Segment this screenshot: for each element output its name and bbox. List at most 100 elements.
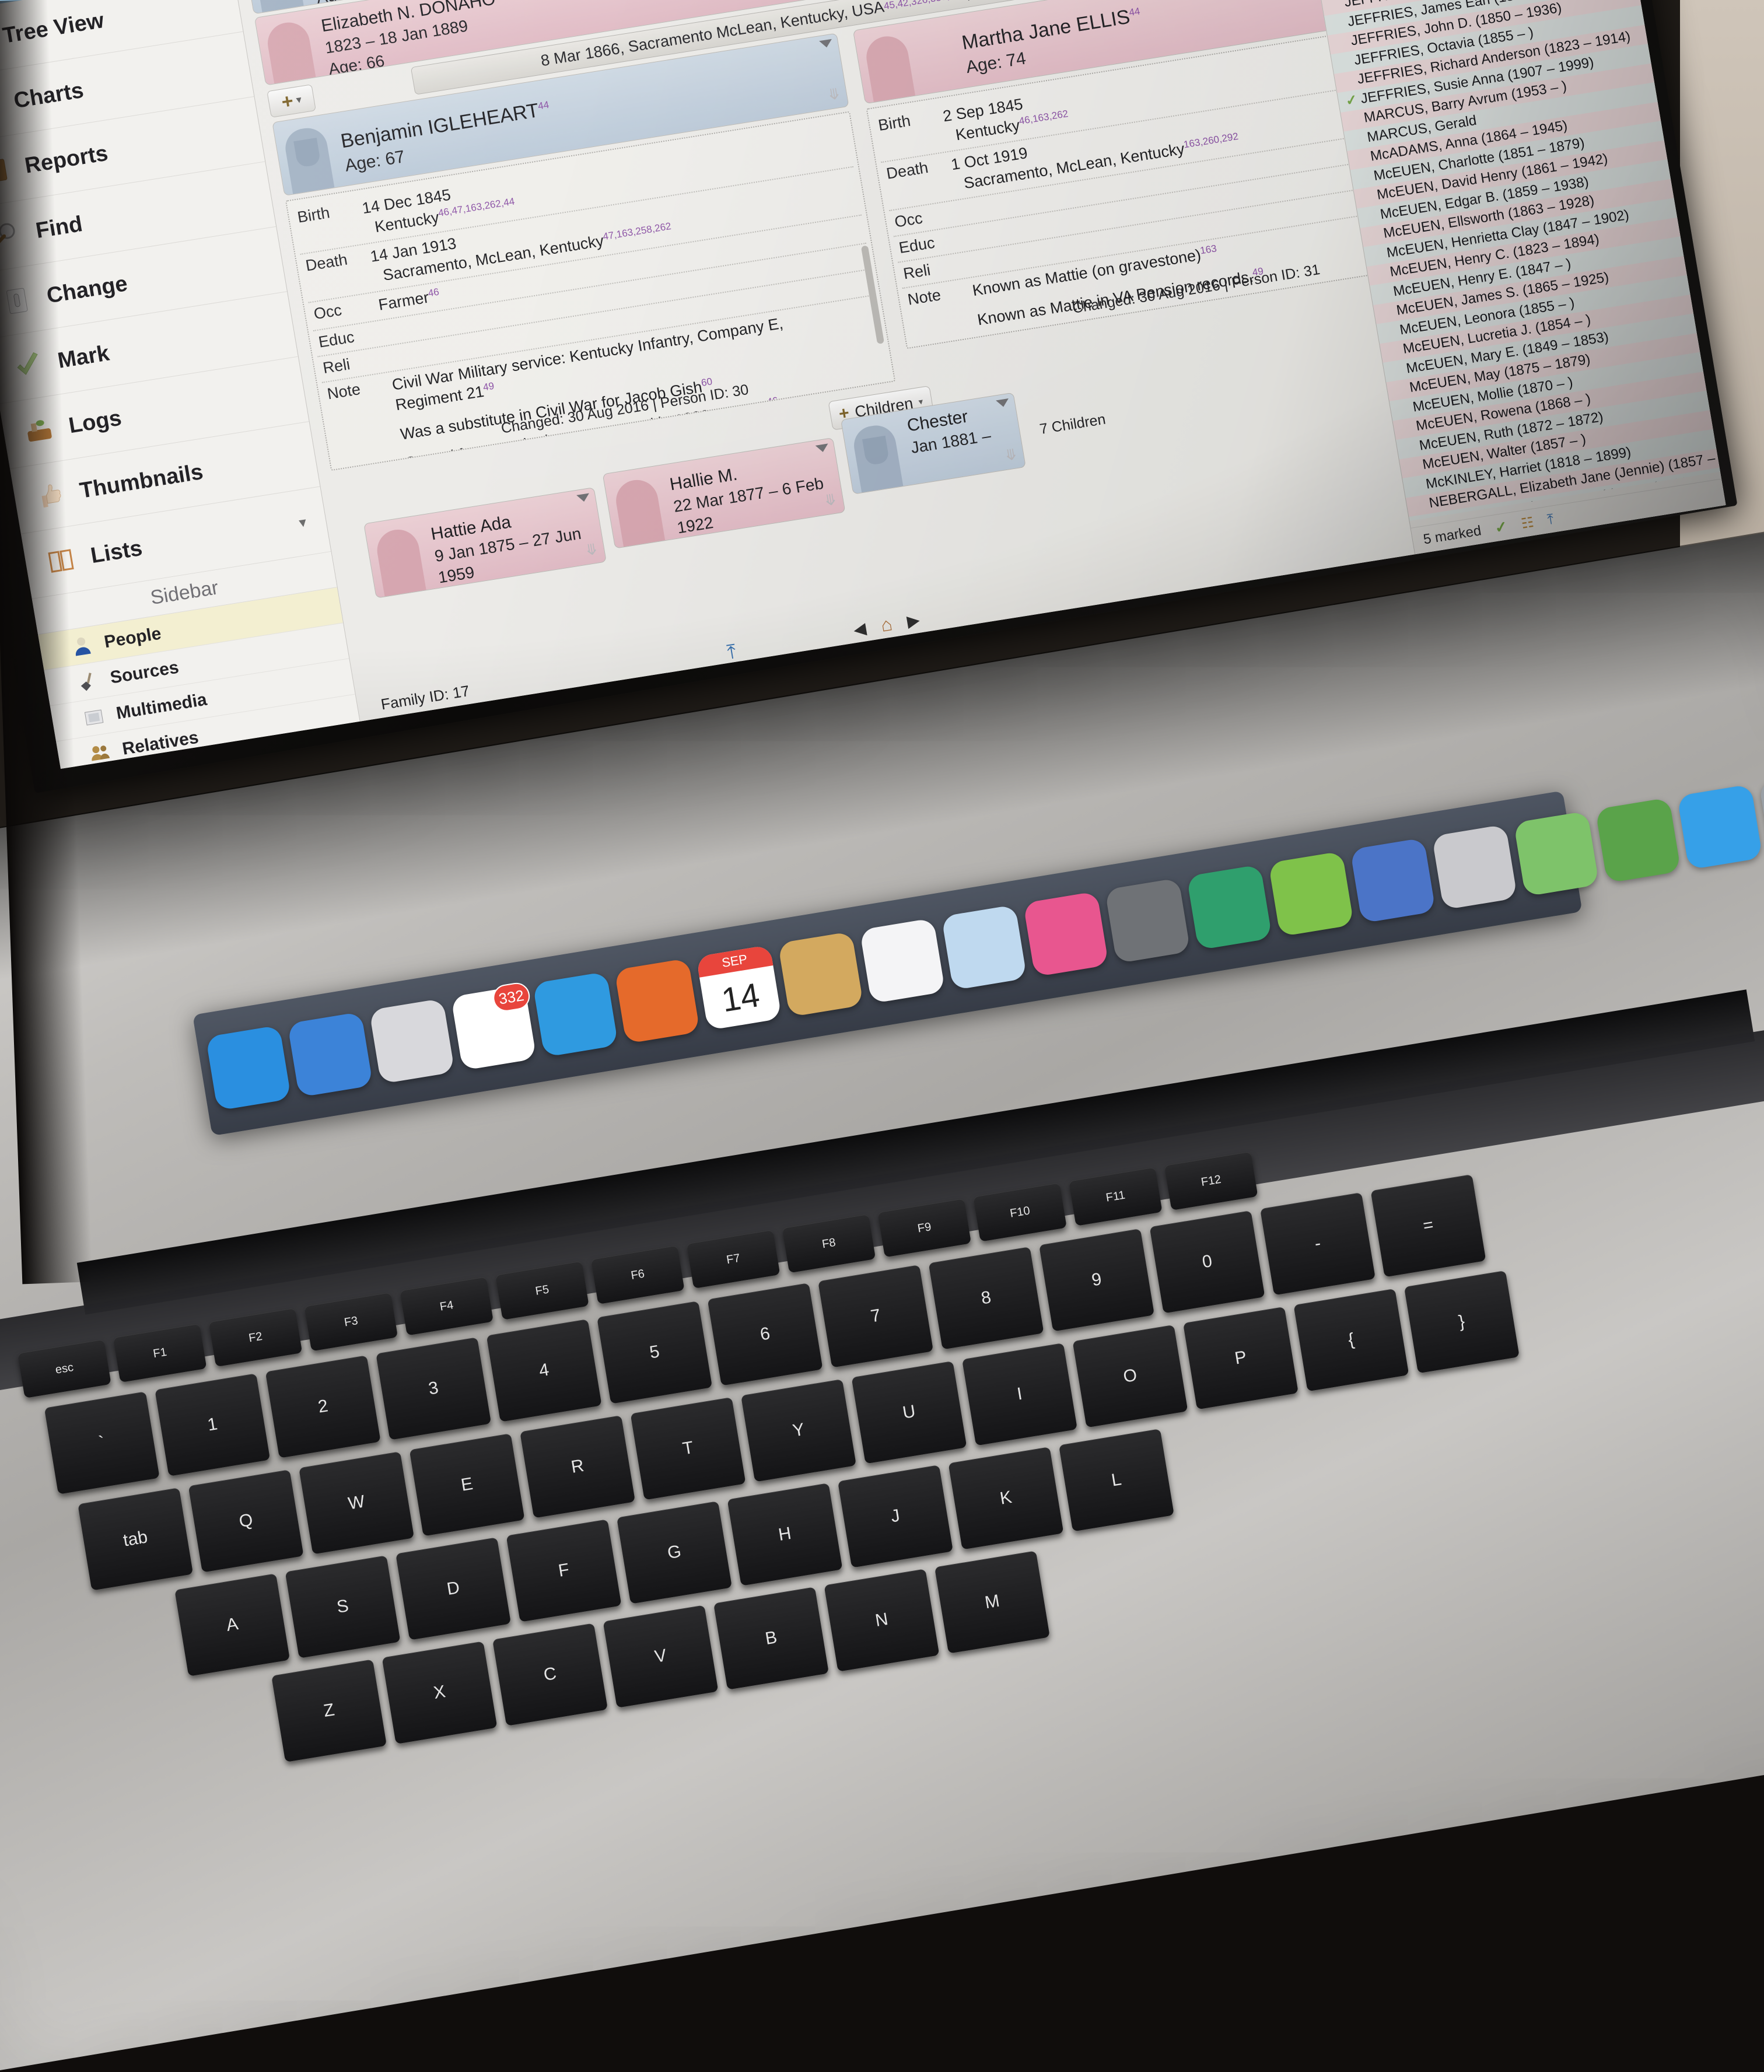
marked-check-icon[interactable] — [1401, 427, 1416, 429]
key-f[interactable]: F — [506, 1519, 622, 1622]
key-g[interactable]: G — [617, 1501, 732, 1604]
key-w[interactable]: W — [299, 1451, 414, 1554]
dock-icon-finder[interactable] — [205, 1025, 291, 1111]
chevron-down-icon[interactable]: ⤋ — [1003, 445, 1019, 465]
key-v[interactable]: V — [603, 1605, 719, 1707]
home-icon[interactable]: ⌂ — [879, 613, 894, 636]
marked-check-icon[interactable] — [1362, 195, 1377, 198]
person-citation[interactable]: 44 — [1128, 5, 1141, 18]
dock-icon-evernote[interactable] — [1268, 851, 1354, 937]
marked-check-icon[interactable] — [1411, 485, 1426, 487]
marked-check-icon[interactable] — [1333, 22, 1348, 24]
marked-check-icon[interactable] — [1372, 253, 1387, 256]
marked-check-icon[interactable] — [1395, 388, 1410, 390]
key-s[interactable]: S — [285, 1555, 401, 1658]
dock-icon-mail[interactable]: 332 — [451, 985, 537, 1070]
dock-icon-photos[interactable] — [859, 918, 945, 1004]
marked-check-icon[interactable] — [1359, 176, 1374, 178]
marked-check-icon[interactable] — [1414, 504, 1429, 506]
dock-icon-contacts[interactable] — [778, 932, 863, 1017]
key-n[interactable]: N — [824, 1569, 940, 1671]
person-citation[interactable]: 44 — [537, 99, 550, 112]
dock-icon-itunes[interactable] — [1023, 891, 1109, 977]
key-x[interactable]: X — [382, 1641, 498, 1744]
key-u[interactable]: U — [852, 1361, 967, 1464]
marked-check-icon[interactable] — [1378, 292, 1394, 294]
key-c[interactable]: C — [492, 1623, 608, 1726]
dock-icon-text-editor[interactable] — [1350, 838, 1436, 923]
marked-check-icon[interactable] — [1349, 118, 1364, 121]
dock-icon-firefox[interactable] — [614, 958, 700, 1044]
share-icon[interactable]: ⤒ — [1546, 511, 1555, 528]
marked-check-icon[interactable] — [1356, 157, 1371, 159]
marked-check-icon[interactable] — [1366, 215, 1381, 217]
disclosure-triangle-icon[interactable] — [996, 398, 1010, 408]
key-i[interactable]: I — [962, 1343, 1077, 1446]
child-card-2[interactable]: Hallie M. 22 Mar 1877 – 6 Feb 1922 Age: … — [603, 438, 846, 549]
key-1[interactable]: 1 — [155, 1373, 270, 1476]
occupation-citation[interactable]: 46 — [427, 286, 440, 299]
marked-check-icon[interactable] — [1382, 311, 1397, 313]
marked-check-icon[interactable] — [1336, 41, 1351, 44]
key-[interactable]: { — [1293, 1289, 1409, 1391]
key-9[interactable]: 9 — [1039, 1228, 1154, 1331]
key-a[interactable]: A — [174, 1573, 290, 1676]
dock-icon-twitter[interactable] — [1677, 784, 1763, 870]
dock-icon-users[interactable] — [1432, 824, 1517, 910]
key-6[interactable]: 6 — [708, 1283, 823, 1385]
previous-family-button[interactable]: ◀ — [852, 618, 868, 639]
key-m[interactable]: M — [935, 1550, 1050, 1653]
marked-check-icon[interactable] — [1352, 138, 1367, 140]
chevron-down-icon[interactable]: ▾ — [298, 514, 307, 530]
key-8[interactable]: 8 — [929, 1247, 1044, 1349]
marked-check-icon[interactable] — [1368, 234, 1384, 236]
dock-icon-reunion[interactable] — [1514, 811, 1600, 897]
dock-icon-scrivener[interactable] — [1186, 864, 1272, 950]
key-o[interactable]: O — [1072, 1325, 1188, 1427]
key-e[interactable]: E — [410, 1433, 525, 1536]
key-r[interactable]: R — [520, 1415, 635, 1518]
key-[interactable]: = — [1371, 1174, 1486, 1277]
key-0[interactable]: 0 — [1150, 1210, 1265, 1313]
key-[interactable]: - — [1260, 1192, 1376, 1295]
dock-icon-safari[interactable] — [533, 971, 618, 1057]
green-check-icon[interactable]: ✓ — [1493, 517, 1509, 537]
marked-check-icon[interactable] — [1342, 80, 1357, 82]
marked-check-icon[interactable] — [1398, 407, 1413, 410]
chevron-down-icon[interactable]: ⤋ — [827, 85, 842, 104]
dock-icon-preview[interactable] — [942, 905, 1027, 991]
key-b[interactable]: B — [713, 1587, 829, 1689]
key-h[interactable]: H — [727, 1483, 843, 1586]
key-tab[interactable]: tab — [78, 1488, 193, 1590]
dock-icon-launchpad[interactable] — [369, 998, 455, 1084]
key-k[interactable]: K — [949, 1447, 1064, 1549]
marked-check-icon[interactable] — [1405, 446, 1420, 449]
book-icon[interactable]: ☷ — [1520, 514, 1535, 533]
death-citations[interactable]: 163,260,292 — [1183, 131, 1240, 150]
dock-icon-system-preferences[interactable] — [1105, 878, 1191, 964]
marked-check-icon[interactable] — [1339, 61, 1354, 63]
birth-citations[interactable]: 46,163,262 — [1018, 108, 1069, 127]
marked-check-icon[interactable] — [1385, 330, 1400, 332]
marked-check-icon[interactable] — [1375, 272, 1390, 275]
key-3[interactable]: 3 — [376, 1337, 491, 1440]
death-citations[interactable]: 47,163,258,262 — [602, 220, 672, 242]
dock-icon-calendar[interactable]: SEP14 — [696, 945, 782, 1031]
marked-check-icon[interactable] — [1388, 349, 1404, 352]
key-d[interactable]: D — [396, 1537, 511, 1640]
key-q[interactable]: Q — [188, 1469, 304, 1572]
marked-check-icon[interactable] — [1408, 466, 1423, 468]
dock-icon-numbers[interactable] — [1595, 797, 1681, 883]
key-[interactable]: } — [1404, 1270, 1520, 1373]
key-2[interactable]: 2 — [265, 1355, 381, 1458]
key-p[interactable]: P — [1183, 1307, 1298, 1409]
key-t[interactable]: T — [631, 1397, 746, 1500]
marked-check-icon[interactable] — [1391, 369, 1406, 371]
key-5[interactable]: 5 — [597, 1301, 712, 1404]
key-y[interactable]: Y — [741, 1379, 856, 1482]
child-card-1[interactable]: Hattie Ada 9 Jan 1875 – 27 Jun 1959 Age:… — [363, 487, 607, 598]
disclosure-triangle-icon[interactable] — [819, 39, 833, 48]
key-l[interactable]: L — [1059, 1429, 1174, 1531]
add-parent-button-left[interactable]: +▾ — [267, 84, 316, 118]
marriage-citations[interactable]: 45,42,326,338,346 — [883, 0, 967, 12]
